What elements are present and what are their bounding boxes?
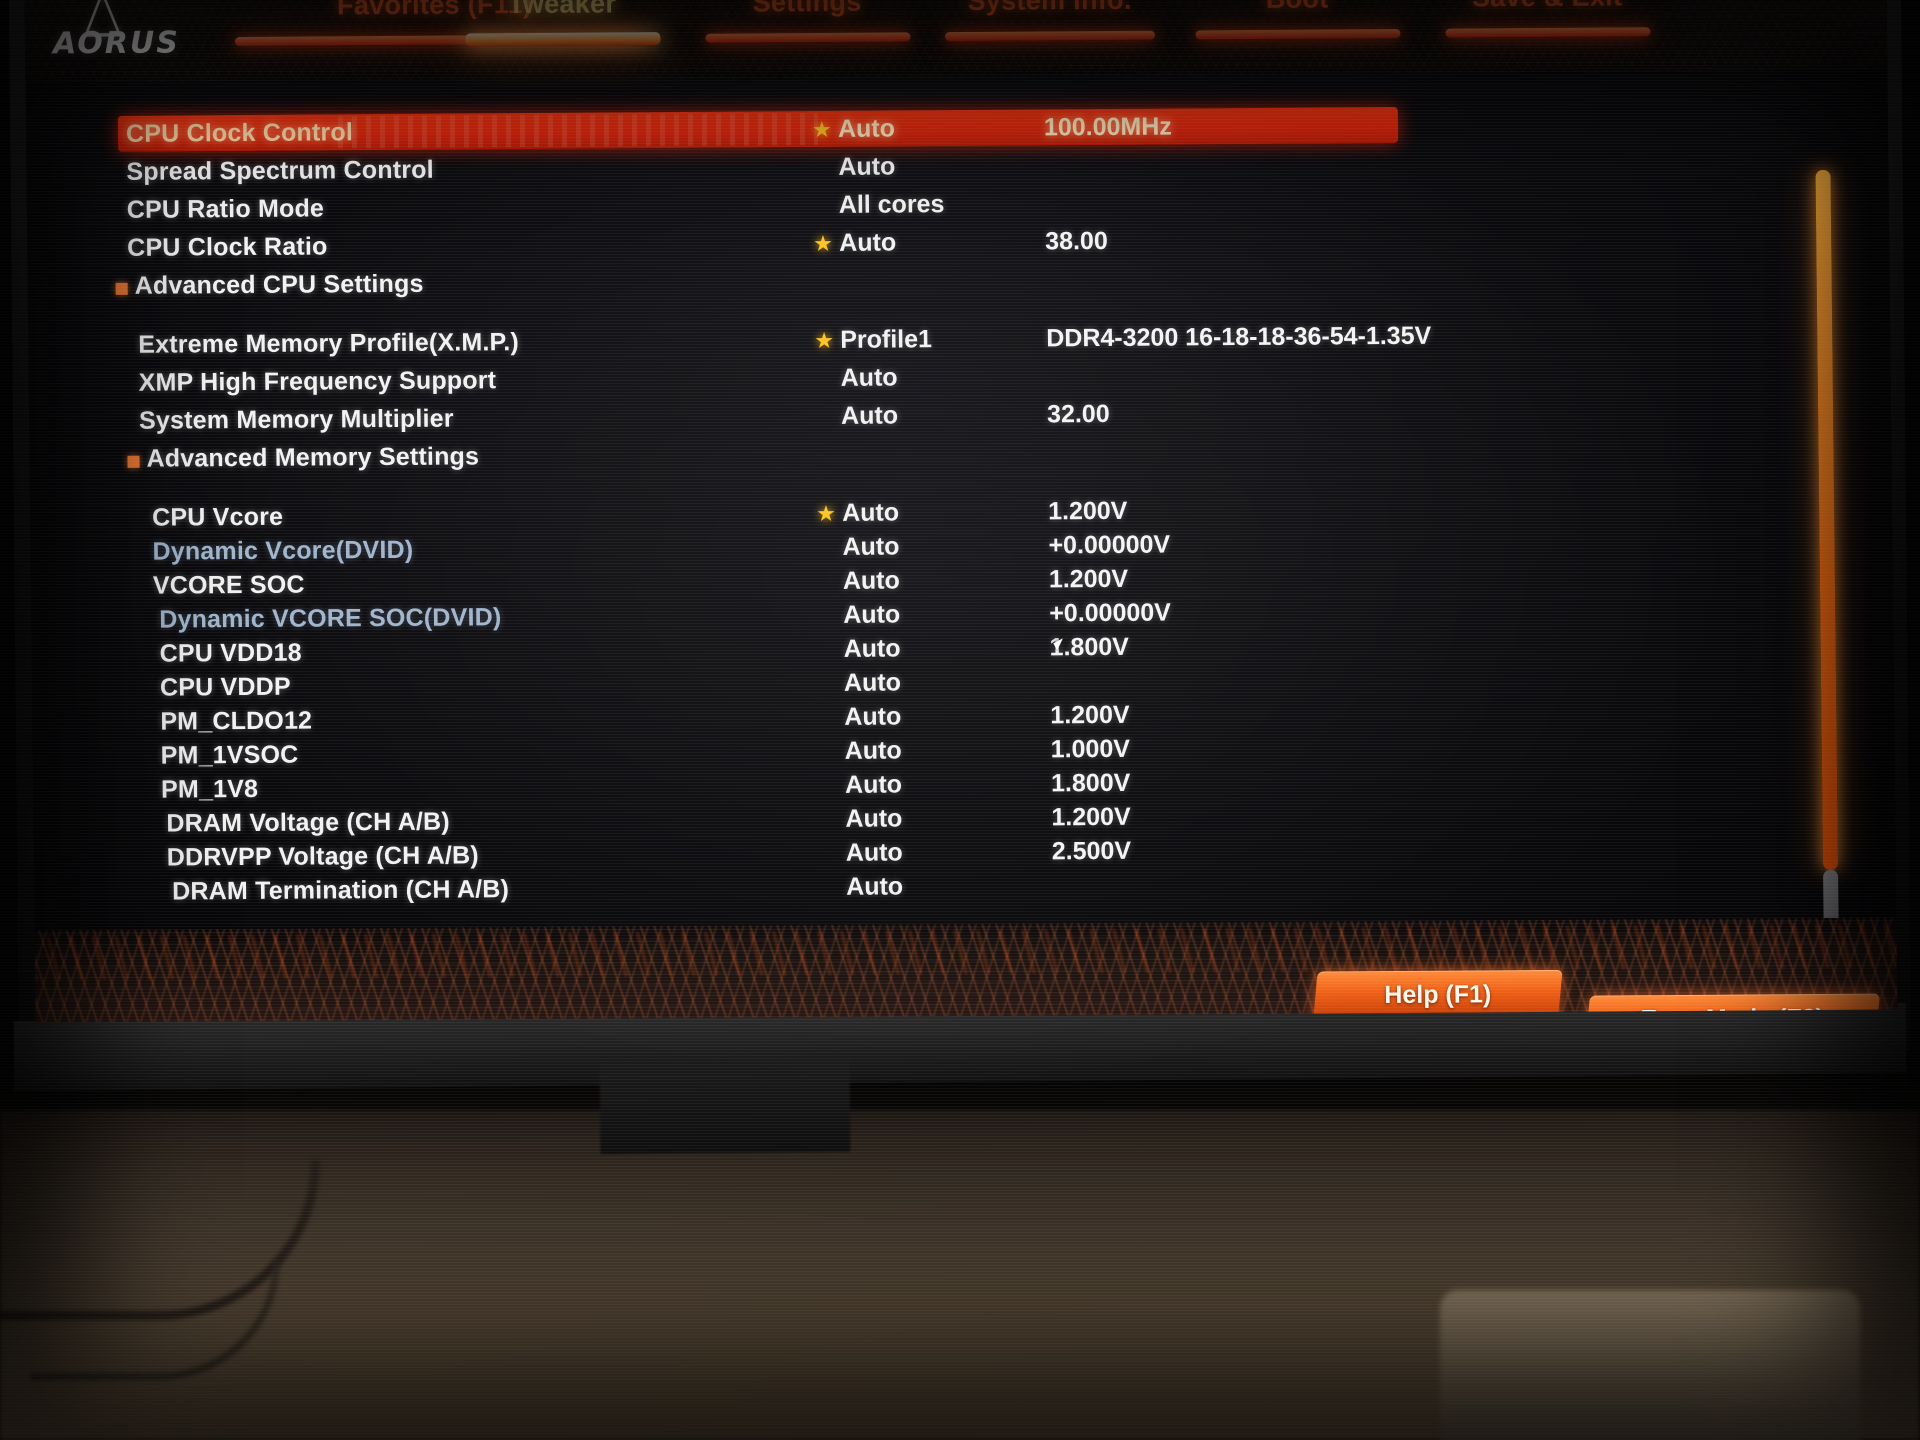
favorite-star-icon[interactable]: ★ [816, 501, 836, 526]
submenu-bullet-icon [127, 455, 140, 468]
setting-value[interactable]: Auto [845, 736, 902, 765]
setting-label: DDRVPP Voltage (CH A/B) [166, 840, 480, 872]
setting-value[interactable]: Auto [844, 702, 901, 731]
setting-value-detail: 1.200V [1047, 496, 1128, 525]
nav-tab-boot[interactable]: Boot [1174, 0, 1419, 40]
photograph-of-monitor: △ AORUS Favorites (F11) Tweaker Settings Sy… [0, 0, 1920, 1440]
setting-label: CPU Ratio Mode [126, 193, 325, 224]
setting-value[interactable]: Auto [845, 804, 902, 833]
setting-label: PM_1VSOC [160, 740, 299, 770]
setting-value-detail: 32.00 [1046, 399, 1110, 428]
highlight-hatch [337, 112, 819, 149]
nav-tab-label: Save & Exit [1424, 0, 1669, 14]
setting-label: CPU Vcore [151, 502, 284, 532]
desk-object [1440, 1290, 1860, 1440]
setting-value[interactable]: Auto [841, 401, 898, 430]
aorus-logo: △ AORUS [42, 0, 213, 78]
setting-value[interactable]: All cores [839, 190, 945, 220]
setting-label: Extreme Memory Profile(X.M.P.) [138, 327, 520, 359]
setting-label: DRAM Voltage (CH A/B) [166, 807, 450, 838]
setting-value[interactable]: Auto [842, 532, 899, 561]
setting-label: DRAM Termination (CH A/B) [172, 874, 510, 906]
setting-label: System Memory Multiplier [138, 404, 454, 435]
monitor-stand [599, 1056, 851, 1155]
setting-value-detail: 1.800V [1050, 768, 1131, 797]
setting-label: Dynamic Vcore(DVID) [152, 535, 414, 566]
setting-value-detail: +0.00000V [1048, 530, 1171, 559]
setting-label: CPU Clock Control [125, 117, 354, 148]
favorite-star-icon[interactable]: ★ [813, 231, 833, 256]
setting-value-detail: 2.500V [1051, 836, 1132, 865]
setting-label: Advanced Memory Settings [146, 441, 480, 473]
setting-value[interactable]: Auto [838, 114, 895, 143]
favorite-star-icon[interactable]: ★ [812, 117, 832, 142]
setting-value[interactable]: Profile1 [840, 325, 932, 355]
settings-list: CPU Clock Control ★ Auto 100.00MHz Spread Sp… [25, 70, 1896, 1023]
nav-tab-underline [464, 32, 661, 47]
setting-value-detail: 1.000V [1050, 734, 1131, 763]
nav-tab-underline [944, 30, 1156, 42]
setting-value[interactable]: Auto [841, 363, 898, 392]
nav-tab-tweaker[interactable]: Tweaker [444, 0, 679, 47]
setting-value[interactable]: Auto [846, 838, 903, 867]
setting-label: Advanced CPU Settings [134, 269, 424, 300]
setting-label: PM_1V8 [160, 774, 259, 804]
nav-tab-underline [1444, 27, 1651, 38]
top-navigation-bar: △ AORUS Favorites (F11) Tweaker Settings Sy… [24, 0, 1888, 83]
setting-label: CPU VDD18 [159, 638, 302, 668]
setting-value[interactable]: Auto [845, 770, 902, 799]
setting-value[interactable]: Auto [843, 566, 900, 595]
setting-label: XMP High Frequency Support [138, 365, 497, 397]
setting-value[interactable]: Auto [839, 228, 896, 257]
setting-value[interactable]: Auto [842, 498, 899, 527]
nav-tab-label: Boot [1174, 0, 1419, 15]
setting-value-detail: 1.200V [1048, 564, 1129, 593]
nav-tab-label: Tweaker [507, 0, 617, 20]
setting-value-detail: 1.200V [1051, 802, 1131, 831]
setting-value[interactable]: Auto [838, 152, 895, 181]
setting-label: Dynamic VCORE SOC(DVID) [159, 602, 502, 634]
nav-tab-underline [704, 32, 911, 43]
favorite-star-icon[interactable]: ★ [814, 328, 834, 353]
nav-tab-label: System Info. [967, 0, 1132, 16]
nav-tab-underline [1194, 28, 1401, 40]
nav-tab-save-exit[interactable]: Save & Exit [1424, 0, 1669, 38]
nav-tab-label: Settings [752, 0, 862, 18]
brand-name: AORUS [52, 25, 181, 62]
setting-label: VCORE SOC [152, 570, 305, 600]
nav-tab-settings[interactable]: Settings [684, 0, 929, 43]
setting-label: PM_CLDO12 [160, 706, 313, 736]
setting-value-detail: +0.00000V [1049, 598, 1172, 627]
setting-label: Spread Spectrum Control [126, 155, 434, 186]
nav-tab-system-info[interactable]: System Info. [924, 0, 1174, 42]
setting-label: CPU Clock Ratio [127, 231, 328, 262]
setting-value[interactable]: Auto [843, 600, 900, 629]
setting-value[interactable]: Auto [843, 634, 900, 663]
bios-screen: △ AORUS Favorites (F11) Tweaker Settings Sy… [24, 0, 1898, 1023]
submenu-bullet-icon [115, 282, 128, 295]
setting-value[interactable]: Auto [846, 872, 903, 901]
setting-value-detail: 38.00 [1045, 226, 1108, 255]
setting-value-detail: 100.00MHz [1043, 112, 1172, 141]
setting-value-detail: DDR4-3200 16-18-18-36-54-1.35V [1046, 321, 1432, 352]
footer-bar: Help (F1) Easy Mode (F2) [34, 917, 1898, 1023]
setting-label: CPU VDDP [159, 672, 291, 702]
setting-value[interactable]: Auto [844, 668, 901, 697]
setting-value-detail: 1.200V [1050, 700, 1130, 729]
